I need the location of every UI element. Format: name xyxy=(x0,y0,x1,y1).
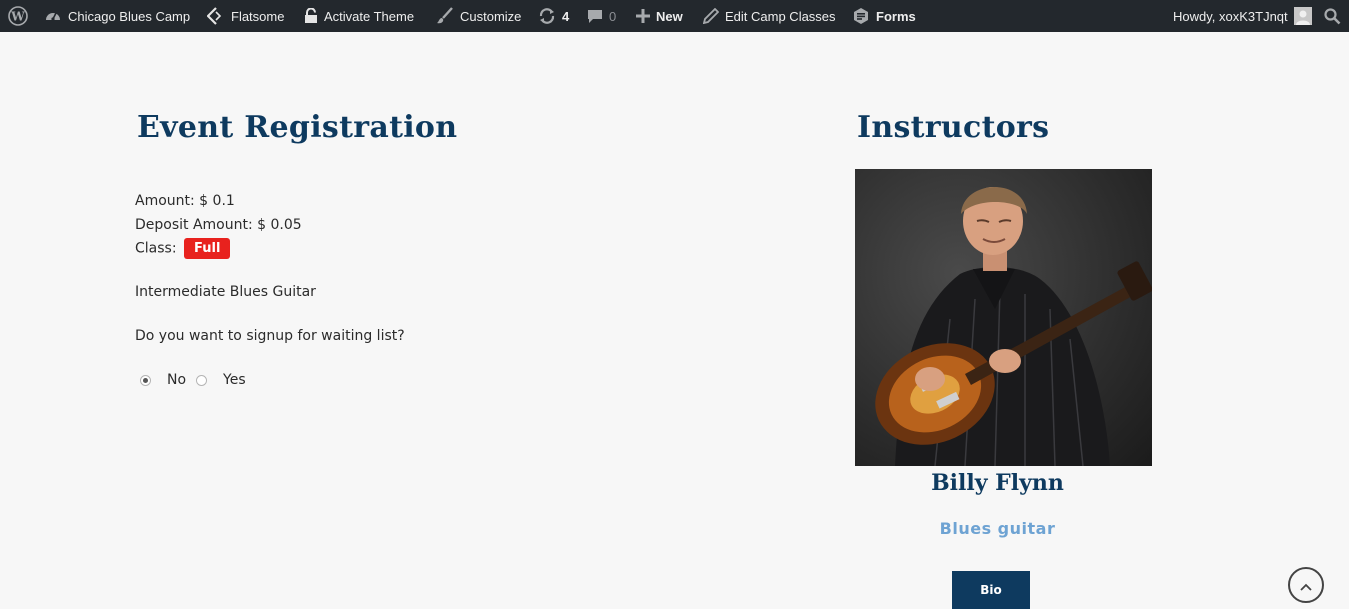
comment-icon xyxy=(587,8,603,24)
class-label: Class: xyxy=(135,240,177,257)
waitlist-no-radio[interactable] xyxy=(140,374,151,386)
updates-icon xyxy=(538,7,556,25)
new-content-menu[interactable]: New xyxy=(636,0,683,32)
plus-icon xyxy=(636,9,650,23)
account-menu[interactable]: Howdy, xoxK3TJnqt xyxy=(1173,0,1312,32)
waitlist-yes-label[interactable]: Yes xyxy=(223,372,246,388)
instructors-title: Instructors xyxy=(857,110,1050,145)
bio-button[interactable]: Bio xyxy=(952,571,1030,609)
site-name-menu[interactable]: Chicago Blues Camp xyxy=(44,0,190,32)
comments-count: 0 xyxy=(609,8,617,24)
wordpress-logo-button[interactable]: W xyxy=(8,0,28,32)
class-name-text: Intermediate Blues Guitar xyxy=(135,284,316,300)
pencil-icon xyxy=(703,8,719,24)
brush-icon xyxy=(436,7,454,25)
activate-theme-label: Activate Theme xyxy=(324,8,415,24)
status-badge: Full xyxy=(184,238,231,259)
edit-camp-classes-label: Edit Camp Classes xyxy=(725,8,836,24)
comments-link[interactable]: 0 xyxy=(587,0,616,32)
back-to-top-button[interactable] xyxy=(1288,567,1324,603)
customize-link[interactable]: Customize xyxy=(436,0,521,32)
search-button[interactable] xyxy=(1324,0,1341,32)
forms-menu[interactable]: Forms xyxy=(852,0,916,32)
wordpress-icon: W xyxy=(8,6,28,26)
amount-text: Amount: $ 0.1 xyxy=(135,193,235,209)
avatar xyxy=(1293,7,1312,25)
instructor-instrument: Blues guitar xyxy=(939,519,1056,538)
updates-link[interactable]: 4 xyxy=(538,0,569,32)
greeting-label: Howdy, xoxK3TJnqt xyxy=(1173,8,1288,24)
event-registration-title: Event Registration xyxy=(137,110,458,145)
waitlist-question: Do you want to signup for waiting list? xyxy=(135,328,405,344)
dashboard-icon xyxy=(44,7,62,25)
edit-camp-classes-link[interactable]: Edit Camp Classes xyxy=(703,0,836,32)
activate-theme-link[interactable]: Activate Theme xyxy=(304,0,414,32)
flatsome-label: Flatsome xyxy=(231,8,285,24)
waitlist-options: No Yes xyxy=(140,372,246,388)
new-label: New xyxy=(656,8,683,24)
deposit-amount-text: Deposit Amount: $ 0.05 xyxy=(135,217,302,233)
svg-text:W: W xyxy=(10,10,25,24)
class-row: Class: Full xyxy=(135,238,231,259)
search-icon xyxy=(1324,7,1341,25)
lock-icon xyxy=(304,8,318,24)
instructor-name: Billy Flynn xyxy=(931,470,1064,496)
forms-icon xyxy=(852,7,870,25)
chevron-up-icon xyxy=(1300,576,1312,595)
forms-label: Forms xyxy=(876,8,916,24)
site-name-label: Chicago Blues Camp xyxy=(68,8,191,24)
waitlist-no-label[interactable]: No xyxy=(167,372,186,388)
flatsome-menu[interactable]: Flatsome xyxy=(207,0,284,32)
updates-count: 4 xyxy=(562,8,570,24)
customize-label: Customize xyxy=(460,8,522,24)
waitlist-yes-radio[interactable] xyxy=(196,374,208,386)
admin-bar: W Chicago Blues Camp Flatsome Activate T… xyxy=(0,0,1349,32)
flatsome-icon xyxy=(207,7,225,25)
instructor-photo xyxy=(855,169,1152,466)
